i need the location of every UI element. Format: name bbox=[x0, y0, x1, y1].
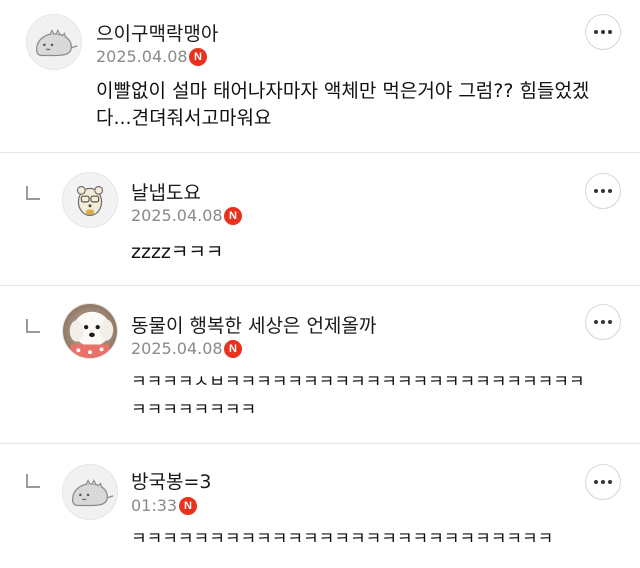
more-icon-dot bbox=[601, 30, 605, 34]
bear-character-avatar-icon[interactable] bbox=[62, 172, 118, 228]
reply-comment-item: 날냅도요 2025.04.08 N zzzzㅋㅋㅋ bbox=[0, 153, 640, 285]
more-icon-dot bbox=[601, 320, 605, 324]
comment-nickname[interactable]: 방국봉=3 bbox=[131, 467, 211, 494]
more-icon-dot bbox=[594, 320, 598, 324]
comment-text-line: ㅋㅋㅋㅋㅋㅋㅋㅋㅋㅋㅋㅋㅋㅋㅋㅋㅋㅋㅋㅋㅋㅋㅋㅋㅋㅋㅋ bbox=[131, 529, 554, 549]
comment-text-line: 다...견뎌줘서고마워요 bbox=[96, 107, 272, 129]
more-options-button[interactable] bbox=[585, 14, 621, 50]
new-badge: N bbox=[179, 497, 197, 515]
new-badge: N bbox=[224, 207, 242, 225]
new-badge: N bbox=[189, 48, 207, 66]
more-icon-dot bbox=[601, 189, 605, 193]
comment-date: 2025.04.08 bbox=[96, 47, 188, 66]
comment-nickname[interactable]: 날냅도요 bbox=[131, 178, 201, 205]
comment-text-line: zzzzㅋㅋㅋ bbox=[131, 241, 224, 263]
reply-indent-icon bbox=[26, 319, 40, 333]
more-icon-dot bbox=[608, 189, 612, 193]
more-icon-dot bbox=[608, 320, 612, 324]
white-dog-photo-avatar[interactable] bbox=[62, 303, 118, 359]
comment-text-line: ㅋㅋㅋㅋㅋㅋㅋㅋ bbox=[131, 400, 257, 420]
new-badge: N bbox=[224, 340, 242, 358]
more-icon-dot bbox=[594, 480, 598, 484]
more-icon-dot bbox=[594, 189, 598, 193]
more-icon-dot bbox=[594, 30, 598, 34]
comment-nickname[interactable]: 동물이 행복한 세상은 언제올까 bbox=[131, 311, 376, 338]
comment-nickname[interactable]: 으이구맥락맹아 bbox=[96, 19, 218, 46]
comment-date: 2025.04.08 bbox=[131, 206, 223, 225]
reply-indent-icon bbox=[26, 474, 40, 488]
reply-indent-icon bbox=[26, 186, 40, 200]
more-options-button[interactable] bbox=[585, 304, 621, 340]
more-options-button[interactable] bbox=[585, 173, 621, 209]
comment-text-line: ㅋㅋㅋㅋㅅㅂㅋㅋㅋㅋㅋㅋㅋㅋㅋㅋㅋㅋㅋㅋㅋㅋㅋㅋㅋㅋㅋㅋㅋ bbox=[131, 372, 585, 392]
more-options-button[interactable] bbox=[585, 464, 621, 500]
more-icon-dot bbox=[608, 480, 612, 484]
reply-comment-item: 방국봉=3 01:33 N ㅋㅋㅋㅋㅋㅋㅋㅋㅋㅋㅋㅋㅋㅋㅋㅋㅋㅋㅋㅋㅋㅋㅋㅋㅋㅋ… bbox=[0, 444, 640, 568]
more-icon-dot bbox=[601, 480, 605, 484]
comment-date: 2025.04.08 bbox=[131, 339, 223, 358]
dino-avatar-icon[interactable] bbox=[26, 14, 82, 70]
reply-comment-item: 동물이 행복한 세상은 언제올까 2025.04.08 N ㅋㅋㅋㅋㅅㅂㅋㅋㅋㅋ… bbox=[0, 286, 640, 443]
comment-date: 01:33 bbox=[131, 496, 178, 515]
dino-avatar-icon[interactable] bbox=[62, 464, 118, 520]
more-icon-dot bbox=[608, 30, 612, 34]
comment-item: 으이구맥락맹아 2025.04.08 N 이빨없이 설마 태어나자마자 액체만 … bbox=[0, 0, 640, 152]
